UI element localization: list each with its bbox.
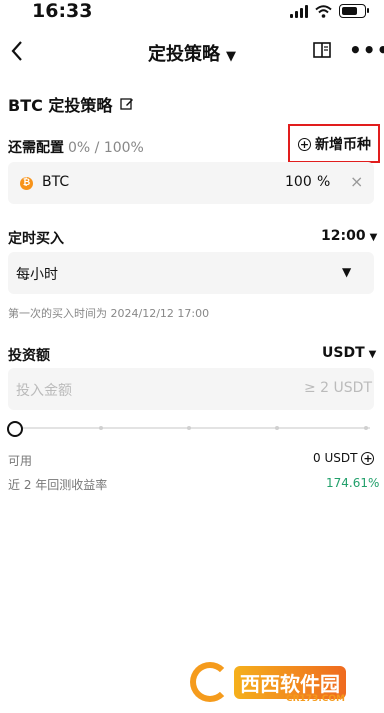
backtest-yield-value: 174.61% <box>326 476 380 490</box>
allocation-label-text: 还需配置 <box>8 140 64 156</box>
caret-down-icon: ▼ <box>368 349 377 360</box>
plus-circle-icon: + <box>298 137 311 151</box>
allocation-progress: 0% / 100% <box>68 140 144 156</box>
coin-symbol: BTC <box>42 174 70 190</box>
schedule-label: 定时买入 <box>8 231 64 247</box>
watermark-c-icon <box>190 662 230 702</box>
frequency-value: 每小时 <box>16 267 58 283</box>
battery-icon <box>339 4 369 18</box>
allocation-label: 还需配置 0% / 100% <box>8 137 144 157</box>
edit-icon[interactable] <box>120 97 134 111</box>
strategy-name: BTC 定投策略 <box>8 96 113 115</box>
investment-label: 投资额 <box>8 348 50 364</box>
remove-coin-button[interactable]: × <box>350 172 363 191</box>
book-icon[interactable] <box>313 42 331 58</box>
caret-down-icon: ▼ <box>342 265 352 279</box>
available-value: 0 USDT + <box>313 451 375 465</box>
available-label: 可用 <box>8 454 33 468</box>
status-icons <box>290 4 369 18</box>
coin-row-btc[interactable]: ₿ BTC 100 % × <box>8 162 374 204</box>
amount-slider-track[interactable] <box>14 427 370 429</box>
coin-percent-unit: % <box>317 174 331 190</box>
slider-tick[interactable] <box>275 426 279 430</box>
amount-slider-handle[interactable] <box>7 421 23 437</box>
add-coin-button[interactable]: + 新增币种 <box>298 134 371 154</box>
caret-down-icon: ▼ <box>226 49 236 64</box>
available-amount: 0 USDT <box>313 451 358 465</box>
wifi-icon <box>315 4 332 18</box>
signal-icon <box>290 4 308 18</box>
btc-icon: ₿ <box>20 177 33 190</box>
caret-down-icon: ▼ <box>369 232 378 243</box>
slider-tick[interactable] <box>187 426 191 430</box>
investment-minimum: ≥ 2 USDT <box>304 380 373 396</box>
currency-value: USDT <box>322 345 365 361</box>
slider-tick[interactable] <box>364 426 368 430</box>
investment-amount-input[interactable]: 投入金额 ≥ 2 USDT <box>8 368 374 410</box>
backtest-yield-label: 近 2 年回测收益率 <box>8 478 108 492</box>
first-buy-time: 第一次的买入时间为 2024/12/12 17:00 <box>8 307 210 320</box>
watermark-url: CR173.COM <box>286 694 345 704</box>
strategy-title: BTC 定投策略 <box>8 92 134 116</box>
page-title-text: 定投策略 <box>148 44 220 65</box>
more-icon[interactable]: ••• <box>349 38 384 62</box>
currency-select[interactable]: USDT ▼ <box>322 345 376 361</box>
deposit-plus-icon[interactable]: + <box>361 451 375 465</box>
frequency-select[interactable]: 每小时 ▼ <box>8 252 374 294</box>
status-time: 16:33 <box>32 0 93 22</box>
add-coin-label: 新增币种 <box>315 137 371 153</box>
schedule-time-value: 12:00 <box>321 228 366 244</box>
coin-percent-input[interactable]: 100 <box>285 174 312 190</box>
slider-tick[interactable] <box>99 426 103 430</box>
investment-placeholder: 投入金额 <box>16 383 72 399</box>
schedule-time-select[interactable]: 12:00 ▼ <box>321 228 377 244</box>
